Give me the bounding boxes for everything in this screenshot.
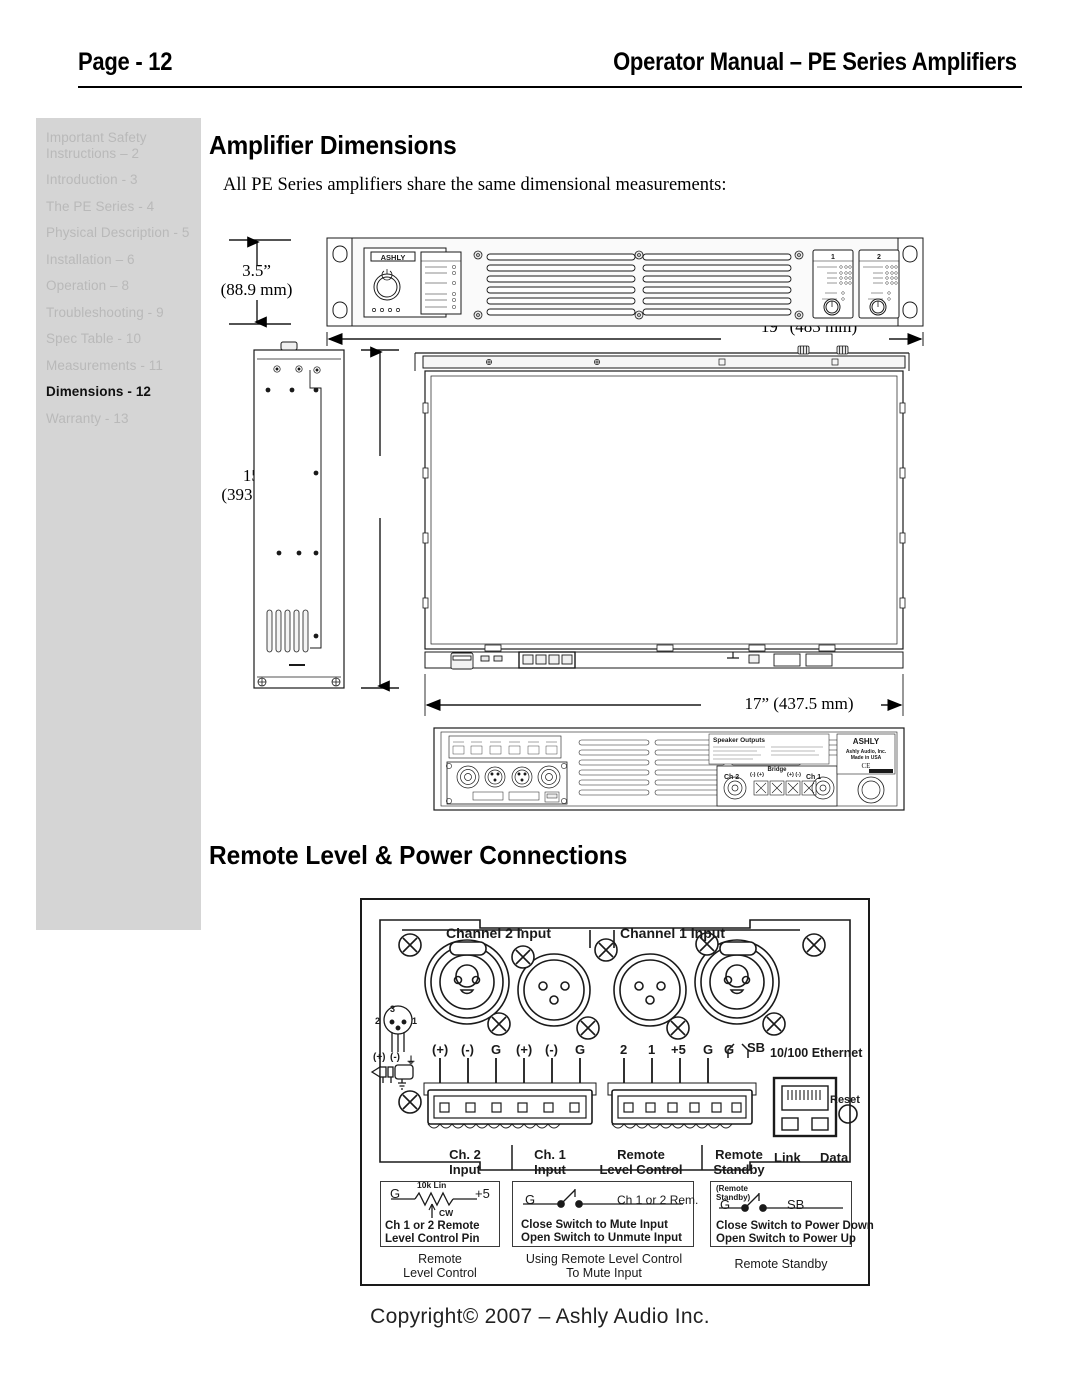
standby-note: Close Switch to Power Down Open Switch t… bbox=[716, 1220, 874, 1245]
sidebar-item-important-safety-instructions[interactable]: Important Safety Instructions – 2 bbox=[36, 130, 201, 161]
dim-depth-line bbox=[361, 346, 399, 692]
manual-title: Operator Manual – PE Series Amplifiers bbox=[613, 48, 1017, 76]
schematic-caption-remote-mute: Using Remote Level Control To Mute Input bbox=[525, 1252, 683, 1280]
channel1-input-label: Channel 1 Input bbox=[620, 925, 725, 941]
intro-paragraph: All PE Series amplifiers share the same … bbox=[223, 175, 727, 195]
xlr-pin-1-label: 1 bbox=[412, 1016, 418, 1026]
svg-text:CE: CE bbox=[862, 762, 871, 770]
schematic-remote-mute: G Ch 1 or 2 Rem. Close Switch to Mute In… bbox=[512, 1181, 698, 1247]
pin-label-standby-sb: SB bbox=[747, 1040, 766, 1055]
pin-label-remote-ground: G bbox=[703, 1042, 714, 1057]
svg-text:(-) (+): (-) (+) bbox=[750, 772, 764, 778]
pin-label-ch1-plus: (+) bbox=[516, 1042, 533, 1057]
remote-connections-diagram: Channel 2 Input Channel 1 Input 3 2 1 (+… bbox=[360, 898, 874, 1286]
dimension-drawings: 3.5”(88.9 mm) 15.5”(393.7 mm) 19” (483 m… bbox=[209, 228, 1024, 818]
channel2-input-label: Channel 2 Input bbox=[446, 925, 551, 941]
amplifier-technical-drawing: ASHLY 1 2 (-) (+) (+) (-) Bridge Ch 2 Ch… bbox=[229, 236, 924, 811]
pot-right-terminal-label: +5 bbox=[475, 1186, 490, 1201]
sidebar-item-troubleshooting[interactable]: Troubleshooting - 9 bbox=[36, 305, 201, 321]
sidebar-item-introduction[interactable]: Introduction - 3 bbox=[36, 172, 201, 188]
link-led-label: Link bbox=[774, 1150, 801, 1165]
pot-value-label: 10k Lin bbox=[417, 1180, 447, 1190]
front-panel-view: ASHLY 1 2 bbox=[229, 236, 924, 328]
sidebar-item-the-pe-series[interactable]: The PE Series - 4 bbox=[36, 199, 201, 215]
svg-text:1: 1 bbox=[831, 254, 835, 261]
rear-panel-view: (-) (+) (+) (-) Bridge Ch 2 Ch 1 Speaker… bbox=[433, 727, 905, 811]
schematic-caption-remote-level-control: Remote Level Control bbox=[403, 1252, 477, 1280]
header-rule bbox=[78, 86, 1022, 88]
page-footer: Copyright© 2007 – Ashly Audio Inc. bbox=[370, 1305, 710, 1328]
svg-text:2: 2 bbox=[877, 254, 881, 261]
mute-right-label: Ch 1 or 2 Rem. bbox=[617, 1193, 699, 1207]
standby-left-label: G bbox=[720, 1197, 731, 1212]
svg-text:Ch 2: Ch 2 bbox=[724, 774, 739, 781]
svg-text:ASHLY: ASHLY bbox=[381, 253, 406, 262]
schematic-caption-remote-standby: Remote Standby bbox=[734, 1257, 828, 1271]
block-label-remote-level-control: Remote Level Control bbox=[599, 1147, 683, 1177]
sidebar-item-physical-description[interactable]: Physical Description - 5 bbox=[36, 225, 201, 241]
side-view bbox=[253, 341, 345, 689]
main-content: Amplifier Dimensions All PE Series ampli… bbox=[209, 130, 1024, 202]
mute-left-label: G bbox=[525, 1192, 536, 1207]
svg-text:(+) (-): (+) (-) bbox=[787, 772, 801, 778]
terminal-block-inputs bbox=[423, 1082, 597, 1129]
svg-text:Bridge: Bridge bbox=[767, 767, 787, 773]
pot-cw-label: CW bbox=[439, 1208, 454, 1218]
terminal-block-remote bbox=[607, 1082, 757, 1129]
trs-tip-label: (+) bbox=[373, 1052, 386, 1063]
sidebar-toc: Important Safety Instructions – 2 Introd… bbox=[36, 118, 201, 930]
svg-text:Speaker Outputs: Speaker Outputs bbox=[713, 737, 765, 744]
pin-label-ch1-ground: G bbox=[575, 1042, 586, 1057]
dim-chassis-width-line bbox=[424, 674, 904, 716]
schematic-remote-standby: (Remote Standby) G SB Close Switch to Po… bbox=[710, 1181, 874, 1247]
xlr-pin-3-label: 3 bbox=[390, 1004, 396, 1014]
pin-label-ch2-plus: (+) bbox=[432, 1042, 449, 1057]
data-led-label: Data bbox=[820, 1150, 849, 1165]
trs-ring-label: (-) bbox=[390, 1052, 400, 1063]
xlr-pin-2-label: 2 bbox=[375, 1016, 381, 1026]
page-header: Page - 12 Operator Manual – PE Series Am… bbox=[78, 48, 1022, 88]
svg-text:Made in USA: Made in USA bbox=[851, 755, 882, 761]
page-number-label: Page - 12 bbox=[78, 48, 173, 76]
sidebar-item-measurements[interactable]: Measurements - 11 bbox=[36, 358, 201, 374]
remote-section-title: Remote Level & Power Connections bbox=[209, 840, 628, 870]
ethernet-label: 10/100 Ethernet bbox=[770, 1046, 863, 1060]
svg-text:ASHLY: ASHLY bbox=[853, 737, 880, 746]
schematic-remote-level-control: G +5 10k Lin CW Ch 1 or 2 Remote Level C… bbox=[380, 1180, 500, 1247]
pin-label-ch1-minus: (-) bbox=[545, 1042, 558, 1057]
sidebar-item-spec-table[interactable]: Spec Table - 10 bbox=[36, 331, 201, 347]
page-title: Amplifier Dimensions bbox=[209, 130, 457, 160]
sidebar-item-installation[interactable]: Installation – 6 bbox=[36, 252, 201, 268]
pin-label-remote-plus5: +5 bbox=[671, 1042, 686, 1057]
sidebar-item-dimensions[interactable]: Dimensions - 12 bbox=[36, 384, 201, 400]
reset-label: Reset bbox=[830, 1094, 860, 1106]
svg-text:Ch 1: Ch 1 bbox=[806, 774, 821, 781]
standby-right-label: SB bbox=[787, 1197, 805, 1212]
block-label-ch1-input: Ch. 1 Input bbox=[534, 1147, 566, 1177]
pot-note: Ch 1 or 2 Remote Level Control Pin bbox=[385, 1220, 480, 1245]
sidebar-item-operation[interactable]: Operation – 8 bbox=[36, 278, 201, 294]
dim-width-line bbox=[326, 332, 924, 346]
top-view bbox=[414, 345, 910, 670]
block-label-remote-standby: Remote Standby bbox=[713, 1147, 765, 1177]
pin-label-ch2-ground: G bbox=[491, 1042, 502, 1057]
block-label-ch2-input: Ch. 2 Input bbox=[449, 1147, 481, 1177]
pin-label-remote-1: 1 bbox=[648, 1042, 656, 1057]
pin-label-ch2-minus: (-) bbox=[461, 1042, 474, 1057]
pin-label-remote-2: 2 bbox=[620, 1042, 628, 1057]
trs-sleeve-label: ⏚ bbox=[406, 1056, 416, 1067]
pot-left-terminal-label: G bbox=[390, 1186, 401, 1201]
mute-note: Close Switch to Mute Input Open Switch t… bbox=[521, 1219, 682, 1244]
pin-label-standby-ground: G bbox=[724, 1042, 735, 1057]
sidebar-item-warranty[interactable]: Warranty - 13 bbox=[36, 411, 201, 427]
